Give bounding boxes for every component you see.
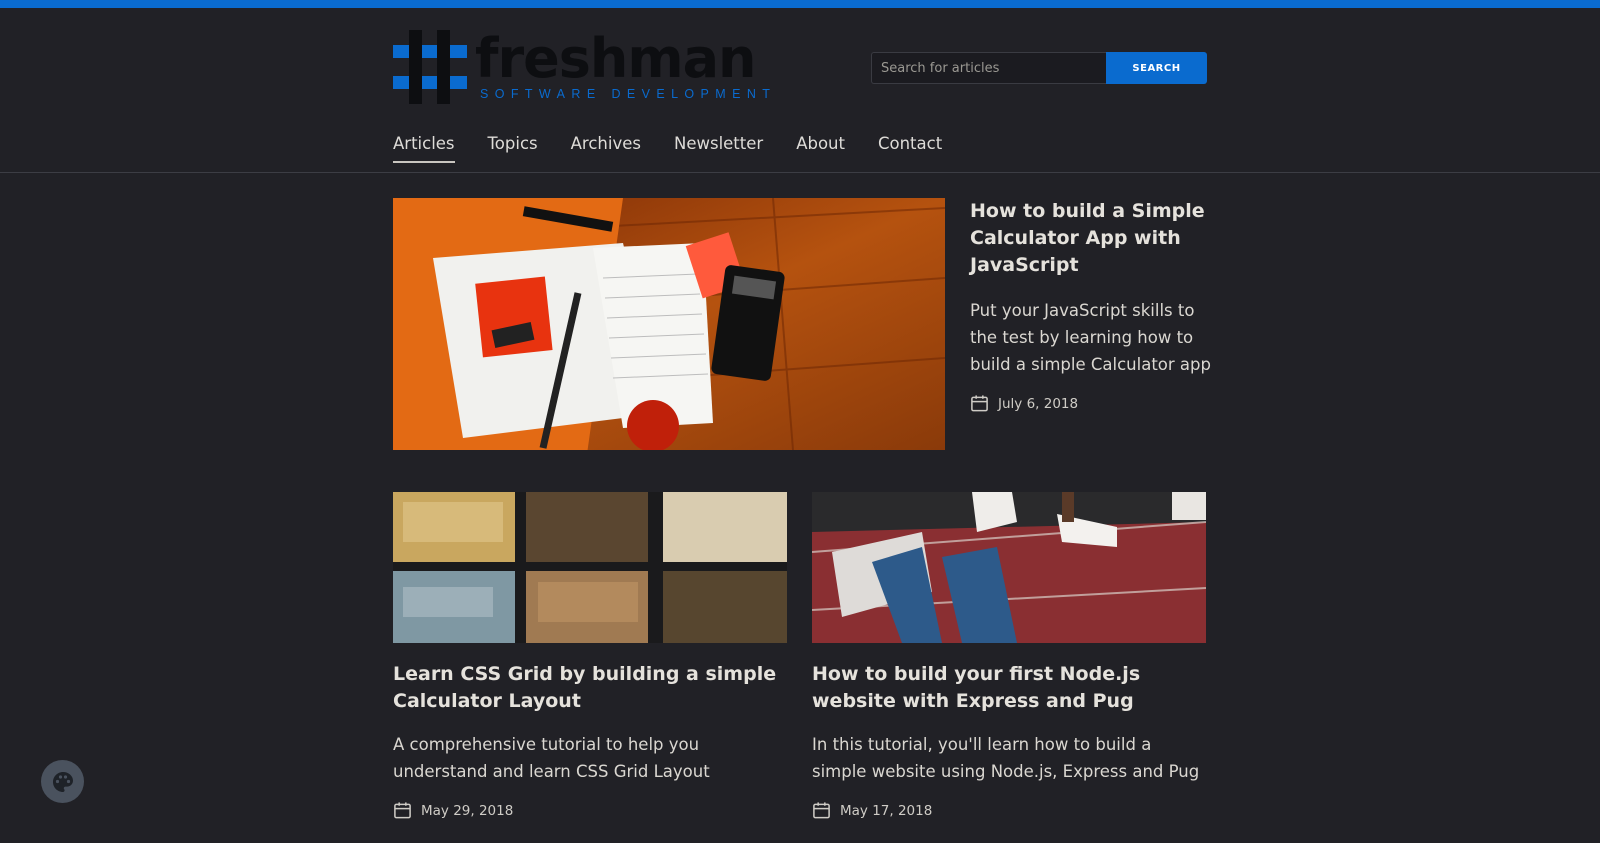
featured-article-meta: July 6, 2018 [970,394,1215,413]
theme-toggle-button[interactable] [41,760,84,803]
logo-wordmark: freshman [475,27,756,90]
featured-article-title[interactable]: How to build a Simple Calculator App wit… [970,198,1215,279]
palette-icon [52,771,73,792]
featured-article-image[interactable] [393,198,945,450]
article-card: How to build your first Node.js website … [812,492,1206,820]
featured-article-description: Put your JavaScript skills to the test b… [970,301,1211,374]
article-date: May 29, 2018 [421,802,514,819]
article-image[interactable] [393,492,787,643]
article-date: May 17, 2018 [840,802,933,819]
header-divider [0,172,1600,173]
article-card: Learn CSS Grid by building a simple Calc… [393,492,787,820]
nav-item-about[interactable]: About [796,133,845,163]
calendar-icon [394,802,411,819]
nav-item-articles[interactable]: Articles [393,133,455,163]
article-description: A comprehensive tutorial to help you und… [393,735,710,781]
nav-item-topics[interactable]: Topics [488,133,538,163]
logo-tagline: SOFTWARE DEVELOPMENT [480,87,777,101]
article-title[interactable]: Learn CSS Grid by building a simple Calc… [393,661,787,715]
main-nav: Articles Topics Archives Newsletter Abou… [393,133,975,163]
calendar-icon [813,802,830,819]
article-description: In this tutorial, you'll learn how to bu… [812,735,1200,781]
search-button[interactable]: SEARCH [1106,52,1207,84]
search-input[interactable] [871,52,1107,84]
site-logo[interactable]: freshman SOFTWARE DEVELOPMENT [393,27,770,106]
nav-item-newsletter[interactable]: Newsletter [674,133,763,163]
article-meta: May 29, 2018 [393,801,787,820]
featured-article-date: July 6, 2018 [998,395,1079,412]
logo-hash-mark [393,30,467,104]
nav-item-archives[interactable]: Archives [571,133,641,163]
top-accent-bar [0,0,1600,8]
article-meta: May 17, 2018 [812,801,1206,820]
search-form: SEARCH [871,52,1207,84]
article-image[interactable] [812,492,1206,643]
nav-item-contact[interactable]: Contact [878,133,942,163]
featured-article: How to build a Simple Calculator App wit… [970,198,1215,413]
calendar-icon [971,395,988,412]
article-title[interactable]: How to build your first Node.js website … [812,661,1206,715]
